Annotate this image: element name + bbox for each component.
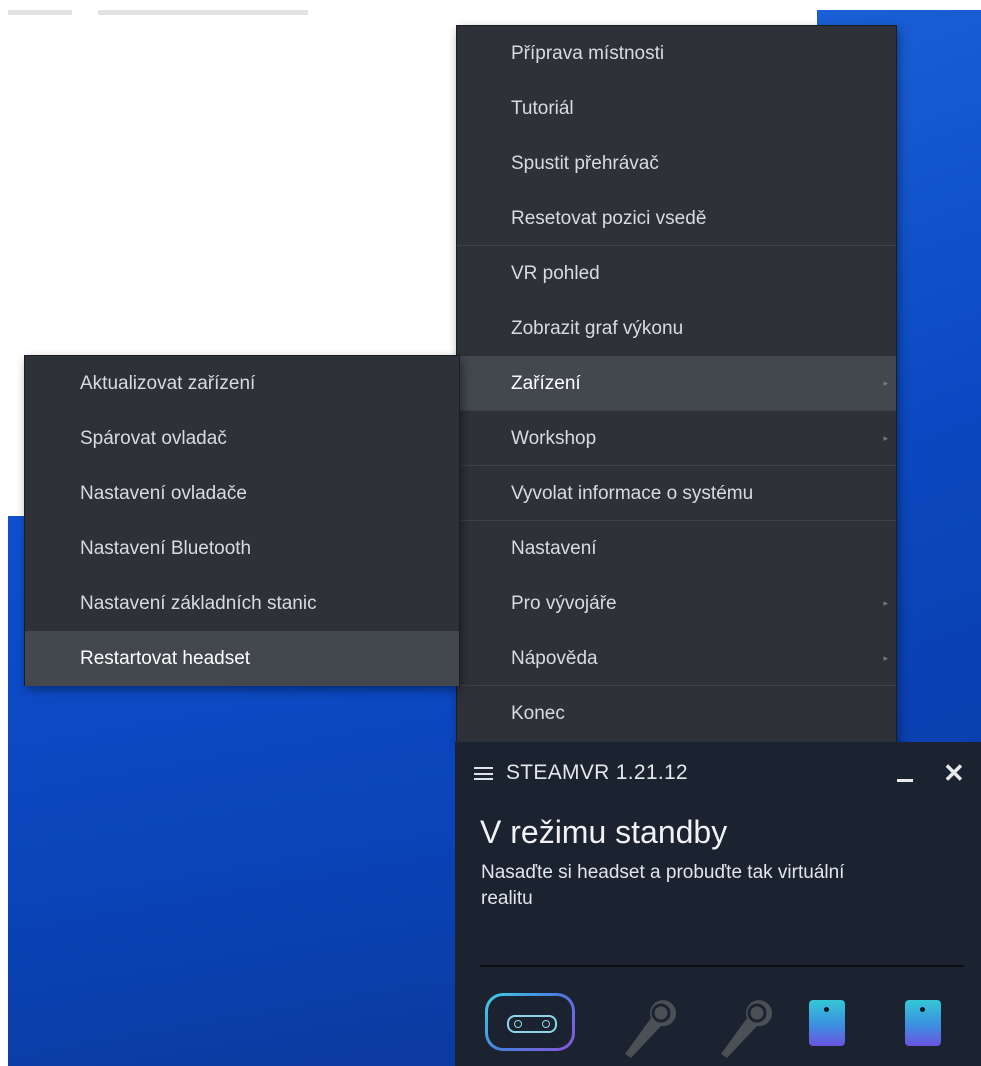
menu-item-label: Zobrazit graf výkonu — [511, 318, 684, 339]
menu-item-label: Nápověda — [511, 648, 598, 669]
menu-item-room-setup[interactable]: Příprava místnosti — [457, 26, 896, 81]
menu-item-vr-view[interactable]: VR pohled — [457, 246, 896, 301]
headset-visor-icon — [507, 1015, 557, 1033]
menu-item-label: Tutoriál — [511, 98, 574, 119]
menu-item-reset-seated-position[interactable]: Resetovat pozici vsedě — [457, 191, 896, 246]
menu-item-label: VR pohled — [511, 263, 600, 284]
window-header: STEAMVR 1.21.12 ✕ — [455, 742, 981, 804]
steamvr-status-window: STEAMVR 1.21.12 ✕ V režimu standby Nasaď… — [455, 742, 981, 1066]
submenu-item-pair-controller[interactable]: Spárovat ovladač — [25, 411, 459, 466]
menu-item-developer[interactable]: Pro vývojáře ▸ — [457, 576, 896, 631]
status-description: Nasaďte si headset a probuďte tak virtuá… — [481, 862, 845, 909]
controller-icon[interactable] — [713, 996, 773, 1058]
window-title: STEAMVR 1.21.12 — [506, 761, 688, 784]
menu-item-exit[interactable]: Konec — [457, 686, 896, 741]
tracker-icon[interactable] — [809, 1000, 845, 1046]
menu-item-label: Resetovat pozici vsedě — [511, 208, 707, 229]
submenu-item-restart-headset[interactable]: Restartovat headset — [25, 631, 459, 686]
submenu-arrow-icon: ▸ — [883, 433, 888, 443]
menu-item-help[interactable]: Nápověda ▸ — [457, 631, 896, 686]
menu-item-label: Vyvolat informace o systému — [511, 483, 754, 504]
background-window-strip — [8, 10, 72, 15]
status-heading: V režimu standby — [480, 814, 728, 850]
menu-item-system-report[interactable]: Vyvolat informace o systému — [457, 466, 896, 521]
divider — [480, 965, 964, 967]
menu-item-label: Nastavení základních stanic — [80, 593, 317, 614]
menu-item-label: Nastavení Bluetooth — [80, 538, 252, 559]
submenu-arrow-icon: ▸ — [883, 598, 888, 608]
submenu-arrow-icon: ▸ — [883, 653, 888, 663]
menu-item-label: Nastavení — [511, 538, 597, 559]
desktop: Příprava místnosti Tutoriál Spustit přeh… — [0, 0, 981, 1066]
headset-icon[interactable] — [485, 993, 575, 1051]
menu-item-label: Pro vývojáře — [511, 593, 617, 614]
menu-item-label: Restartovat headset — [80, 648, 251, 669]
menu-item-workshop[interactable]: Workshop ▸ — [457, 411, 896, 466]
menu-item-label: Příprava místnosti — [511, 43, 665, 64]
menu-item-label: Spárovat ovladač — [80, 428, 227, 449]
submenu-item-controller-settings[interactable]: Nastavení ovladače — [25, 466, 459, 521]
menu-item-label: Spustit přehrávač — [511, 153, 659, 174]
submenu-arrow-icon: ▸ — [883, 378, 888, 388]
hamburger-menu-icon[interactable] — [474, 767, 493, 780]
menu-item-label: Nastavení ovladače — [80, 483, 247, 504]
submenu-item-base-station-settings[interactable]: Nastavení základních stanic — [25, 576, 459, 631]
menu-item-tutorial[interactable]: Tutoriál — [457, 81, 896, 136]
controller-icon[interactable] — [617, 996, 677, 1058]
minimize-icon[interactable] — [897, 768, 915, 782]
menu-item-performance-graph[interactable]: Zobrazit graf výkonu — [457, 301, 896, 356]
menu-item-launch-player[interactable]: Spustit přehrávač — [457, 136, 896, 191]
menu-item-label: Konec — [511, 703, 565, 724]
devices-submenu: Aktualizovat zařízení Spárovat ovladač N… — [25, 356, 459, 686]
menu-item-label: Aktualizovat zařízení — [80, 373, 256, 394]
menu-item-settings[interactable]: Nastavení — [457, 521, 896, 576]
steamvr-context-menu: Příprava místnosti Tutoriál Spustit přeh… — [457, 26, 896, 746]
background-window-strip — [98, 10, 308, 15]
submenu-item-update-devices[interactable]: Aktualizovat zařízení — [25, 356, 459, 411]
menu-item-devices[interactable]: Zařízení ▸ — [457, 356, 896, 411]
menu-item-label: Zařízení — [511, 373, 581, 394]
menu-item-label: Workshop — [511, 428, 597, 449]
tracker-icon[interactable] — [905, 1000, 941, 1046]
close-icon[interactable]: ✕ — [943, 758, 965, 788]
submenu-item-bluetooth-settings[interactable]: Nastavení Bluetooth — [25, 521, 459, 576]
